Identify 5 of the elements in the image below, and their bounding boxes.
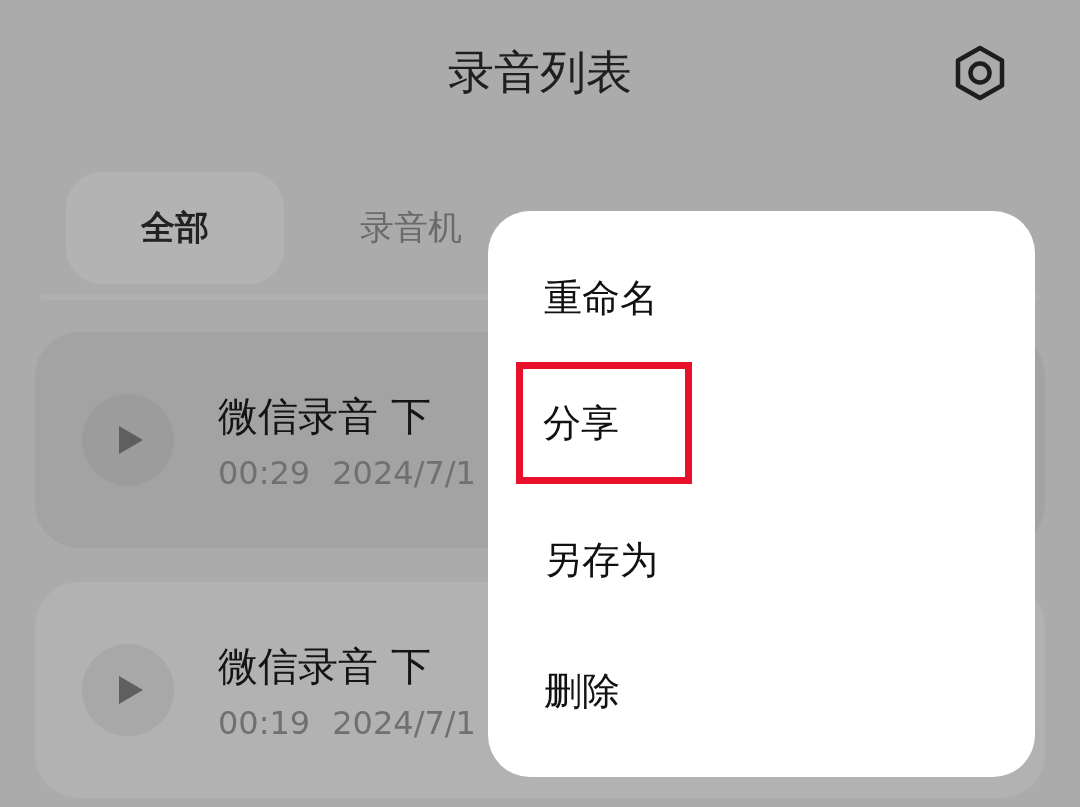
recording-date: 2024/7/1 [332,703,476,742]
recording-duration: 00:19 [218,703,311,742]
recording-title: 微信录音 下 [218,641,432,691]
page-title: 录音列表 [448,44,632,101]
recording-title: 微信录音 下 [218,391,432,441]
